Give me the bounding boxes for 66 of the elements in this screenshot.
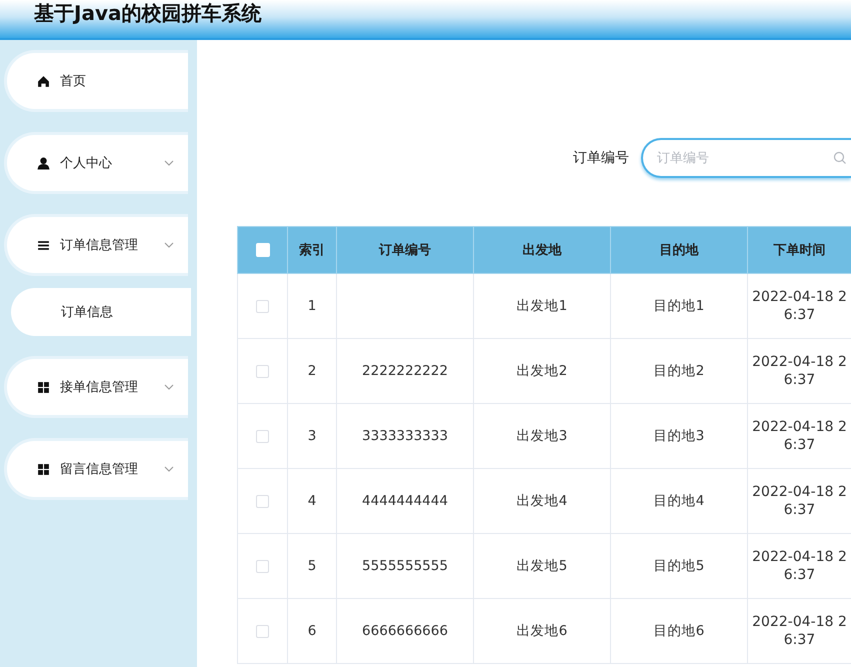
- table-cell: 目的地2: [610, 338, 748, 404]
- table-cell: 目的地6: [610, 598, 748, 664]
- column-header: 出发地: [474, 226, 610, 274]
- table-cell: 出发地5: [474, 534, 610, 598]
- search-label: 订单编号: [573, 149, 629, 167]
- row-checkbox[interactable]: [256, 430, 269, 443]
- table-cell: 目的地5: [610, 534, 748, 598]
- sidebar-item[interactable]: 订单信息管理: [4, 214, 188, 276]
- table-cell: 5: [288, 534, 336, 598]
- select-all-checkbox[interactable]: [256, 242, 270, 257]
- time-text: 2022-04-18 2: [752, 419, 847, 435]
- table-cell: 1: [288, 274, 336, 338]
- column-header: 目的地: [610, 226, 748, 274]
- time-text: 2022-04-18 2: [752, 549, 847, 565]
- submenu-item[interactable]: 订单信息: [11, 288, 191, 336]
- sidebar-item[interactable]: 首页: [4, 50, 188, 112]
- table-cell: 出发地1: [474, 274, 610, 338]
- sidebar-item[interactable]: 留言信息管理: [4, 438, 188, 500]
- time-text: 6:37: [784, 567, 816, 583]
- time-text: 6:37: [784, 307, 816, 323]
- table-cell: 3: [288, 404, 336, 468]
- table-cell: 5555555555: [336, 534, 474, 598]
- time-text: 6:37: [784, 372, 816, 388]
- row-checkbox[interactable]: [256, 560, 269, 573]
- table-cell: 出发地6: [474, 598, 610, 664]
- table-cell: 目的地3: [610, 404, 748, 468]
- row-checkbox[interactable]: [256, 624, 269, 638]
- user-icon: [37, 156, 50, 170]
- table-cell: 出发地4: [474, 468, 610, 534]
- search-icon: [833, 151, 847, 165]
- time-text: 6:37: [784, 437, 816, 453]
- table-cell: 出发地3: [474, 404, 610, 468]
- time-text: 2022-04-18 2: [752, 614, 847, 630]
- table-cell: 4444444444: [336, 468, 474, 534]
- row-checkbox[interactable]: [256, 364, 269, 378]
- table-cell: 2222222222: [336, 338, 474, 404]
- time-text: 2022-04-18 2: [752, 289, 847, 305]
- app-title: 基于Java的校园拼车系统: [34, 0, 262, 26]
- sidebar-item[interactable]: 接单信息管理: [4, 356, 188, 418]
- column-header: 下单时间: [748, 226, 851, 274]
- sidebar-item[interactable]: 个人中心: [4, 132, 188, 194]
- table-cell: 6666666666: [336, 598, 474, 664]
- table-cell: 6: [288, 598, 336, 664]
- chevron-icon: [164, 384, 174, 390]
- table-cell: 2: [288, 338, 336, 404]
- row-checkbox[interactable]: [256, 494, 269, 508]
- row-checkbox[interactable]: [256, 300, 269, 313]
- table-cell: 目的地4: [610, 468, 748, 534]
- chevron-icon: [164, 242, 174, 248]
- table-cell: 目的地1: [610, 274, 748, 338]
- home-icon: [37, 74, 50, 88]
- table-cell: 出发地2: [474, 338, 610, 404]
- time-text: 6:37: [784, 502, 816, 518]
- list-icon: [37, 238, 50, 252]
- time-text: 6:37: [784, 632, 816, 648]
- time-text: 2022-04-18 2: [752, 484, 847, 500]
- chevron-icon: [164, 160, 174, 166]
- search-field[interactable]: 订单编号: [641, 138, 851, 178]
- grid-icon: [37, 462, 50, 476]
- table-cell: 3333333333: [336, 404, 474, 468]
- column-header: 订单编号: [336, 226, 474, 274]
- time-text: 2022-04-18 2: [752, 354, 847, 370]
- grid-icon: [37, 380, 50, 394]
- chevron-icon: [164, 466, 174, 472]
- table-cell: 4: [288, 468, 336, 534]
- column-header: 索引: [288, 226, 336, 274]
